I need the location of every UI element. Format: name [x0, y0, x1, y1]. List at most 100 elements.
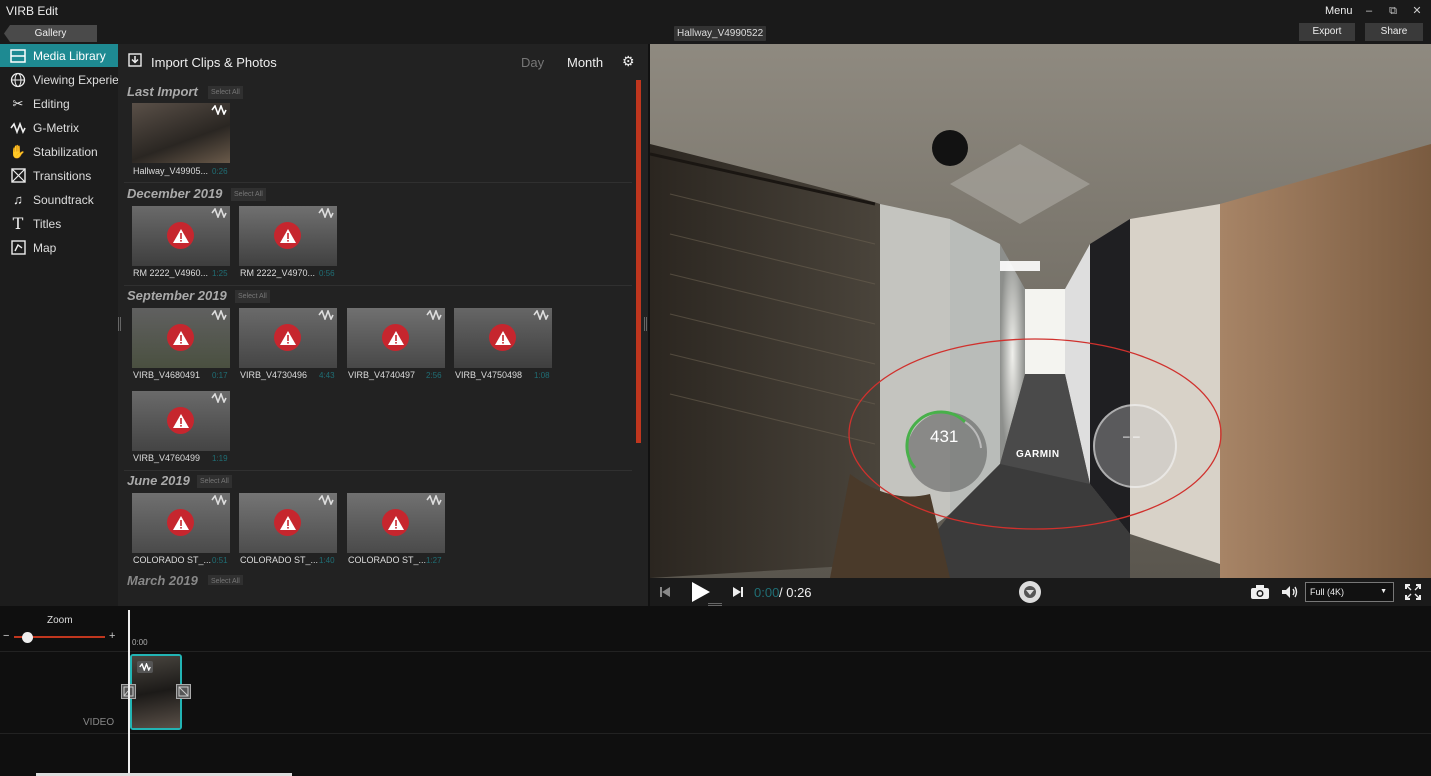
gallery-button[interactable]: Gallery — [4, 25, 97, 42]
select-all-button[interactable]: Select All — [197, 475, 232, 488]
import-icon[interactable] — [128, 53, 142, 67]
fullscreen-icon[interactable] — [1405, 584, 1421, 603]
clip-name: Hallway_V49905... — [133, 166, 209, 176]
sidebar-item-label: Transitions — [33, 168, 92, 183]
app-title: VIRB Edit — [6, 4, 59, 18]
select-all-button[interactable]: Select All — [231, 188, 266, 201]
current-file-name: Hallway_V4990522 — [674, 26, 767, 41]
sidebar-item-label: Viewing Experience — [33, 72, 118, 87]
time-total: / 0:26 — [779, 585, 812, 600]
clip-thumbnail[interactable] — [239, 206, 337, 266]
gear-icon[interactable]: ⚙ — [622, 53, 635, 70]
clip-thumbnail[interactable] — [347, 308, 445, 368]
import-clips-button[interactable]: Import Clips & Photos — [151, 55, 277, 70]
sidebar-item-label: Map — [33, 240, 57, 255]
section-title: June 2019 — [127, 473, 190, 488]
scissors-icon: ✂ — [12, 95, 24, 111]
section-title: December 2019 — [127, 186, 223, 201]
clip-thumbnail[interactable] — [132, 493, 230, 553]
minimize-button[interactable]: – — [1360, 3, 1378, 19]
camera-icon[interactable] — [1250, 584, 1270, 603]
transition-icon — [9, 168, 27, 184]
sidebar-item-label: Editing — [33, 96, 70, 111]
maximize-button[interactable]: ⧉ — [1384, 3, 1402, 19]
select-all-button[interactable]: Select All — [235, 290, 270, 303]
previous-frame-icon[interactable] — [659, 586, 673, 601]
sidebar: Media Library Viewing Experience ✂ Editi… — [0, 44, 118, 606]
sidebar-item-media-library[interactable]: Media Library — [0, 44, 118, 67]
g-metrix-badge-icon — [211, 310, 227, 320]
timeline — [0, 606, 1431, 776]
section-title: March 2019 — [127, 573, 198, 585]
clip-thumbnail[interactable] — [132, 391, 230, 451]
clip-thumbnail[interactable] — [132, 308, 230, 368]
title-bar — [0, 0, 1431, 22]
warning-icon — [167, 509, 194, 536]
warning-icon — [167, 324, 194, 351]
map-icon — [9, 240, 27, 256]
timeline-clip[interactable] — [130, 654, 182, 730]
clip-duration: 1:40 — [319, 556, 335, 565]
sidebar-item-editing[interactable]: ✂ Editing — [0, 92, 118, 115]
clip-thumbnail[interactable] — [347, 493, 445, 553]
select-all-button[interactable]: Select All — [208, 86, 243, 99]
panel-splitter-handle[interactable] — [644, 317, 647, 331]
trim-end-handle[interactable] — [176, 684, 191, 699]
clip-thumbnail[interactable] — [132, 103, 230, 163]
divider — [124, 182, 632, 183]
menu-button[interactable]: Menu — [1325, 5, 1353, 17]
clip-name: RM 2222_V4960... — [133, 268, 209, 278]
export-button[interactable]: Export — [1299, 23, 1355, 41]
clip-duration: 4:43 — [319, 371, 335, 380]
sidebar-item-viewing-experience[interactable]: Viewing Experience — [0, 68, 118, 91]
zoom-in-button[interactable]: + — [109, 630, 115, 642]
clip-name: VIRB_V4730496 — [240, 370, 308, 380]
globe-icon — [9, 72, 27, 88]
clip-name: VIRB_V4680491 — [133, 370, 201, 380]
track-divider — [0, 651, 1431, 652]
warning-icon — [382, 324, 409, 351]
hand-icon: ✋ — [9, 143, 27, 159]
tab-month[interactable]: Month — [567, 55, 603, 70]
clip-thumbnail[interactable] — [239, 493, 337, 553]
sidebar-item-transitions[interactable]: Transitions — [0, 164, 118, 187]
sidebar-item-label: Media Library — [33, 48, 106, 63]
view-orientation-icon[interactable] — [1019, 581, 1041, 603]
library-scrollbar-thumb[interactable] — [636, 80, 641, 443]
sidebar-item-g-metrix[interactable]: G-Metrix — [0, 116, 118, 139]
sidebar-item-label: Titles — [33, 216, 62, 231]
timeline-time-marker: 0:00 — [132, 638, 148, 647]
playhead[interactable] — [128, 610, 130, 776]
clip-duration: 1:19 — [212, 454, 228, 463]
music-note-icon: ♫ — [13, 192, 23, 207]
sidebar-splitter-handle[interactable] — [118, 317, 121, 331]
divider — [124, 285, 632, 286]
next-frame-icon[interactable] — [730, 586, 744, 601]
close-button[interactable]: ✕ — [1408, 3, 1426, 19]
g-metrix-badge-icon — [211, 208, 227, 218]
film-icon — [9, 48, 27, 64]
sidebar-item-label: G-Metrix — [33, 120, 79, 135]
sidebar-item-label: Soundtrack — [33, 192, 94, 207]
zoom-out-button[interactable]: − — [3, 630, 9, 642]
select-all-button[interactable]: Select All — [208, 575, 243, 585]
clip-thumbnail[interactable] — [454, 308, 552, 368]
section-title: Last Import — [127, 84, 198, 99]
clip-thumbnail[interactable] — [239, 308, 337, 368]
g-metrix-badge-icon — [426, 310, 442, 320]
annotation-ellipse — [848, 338, 1222, 530]
sidebar-item-map[interactable]: Map — [0, 236, 118, 259]
sidebar-item-stabilization[interactable]: ✋ Stabilization — [0, 140, 118, 163]
clip-thumbnail[interactable] — [132, 206, 230, 266]
quality-select[interactable]: Full (4K) ▼ — [1305, 582, 1394, 602]
clip-name: COLORADO ST_... — [133, 555, 212, 565]
sidebar-item-titles[interactable]: T Titles — [0, 212, 118, 235]
sidebar-item-soundtrack[interactable]: ♫ Soundtrack — [0, 188, 118, 211]
g-metrix-badge-icon — [318, 495, 334, 505]
share-button[interactable]: Share — [1365, 23, 1423, 41]
tab-day[interactable]: Day — [521, 55, 544, 70]
volume-icon[interactable] — [1281, 585, 1299, 602]
g-metrix-badge-icon — [426, 495, 442, 505]
g-metrix-badge-icon — [211, 393, 227, 403]
video-preview[interactable]: 431 GARMIN – – — [650, 44, 1431, 578]
